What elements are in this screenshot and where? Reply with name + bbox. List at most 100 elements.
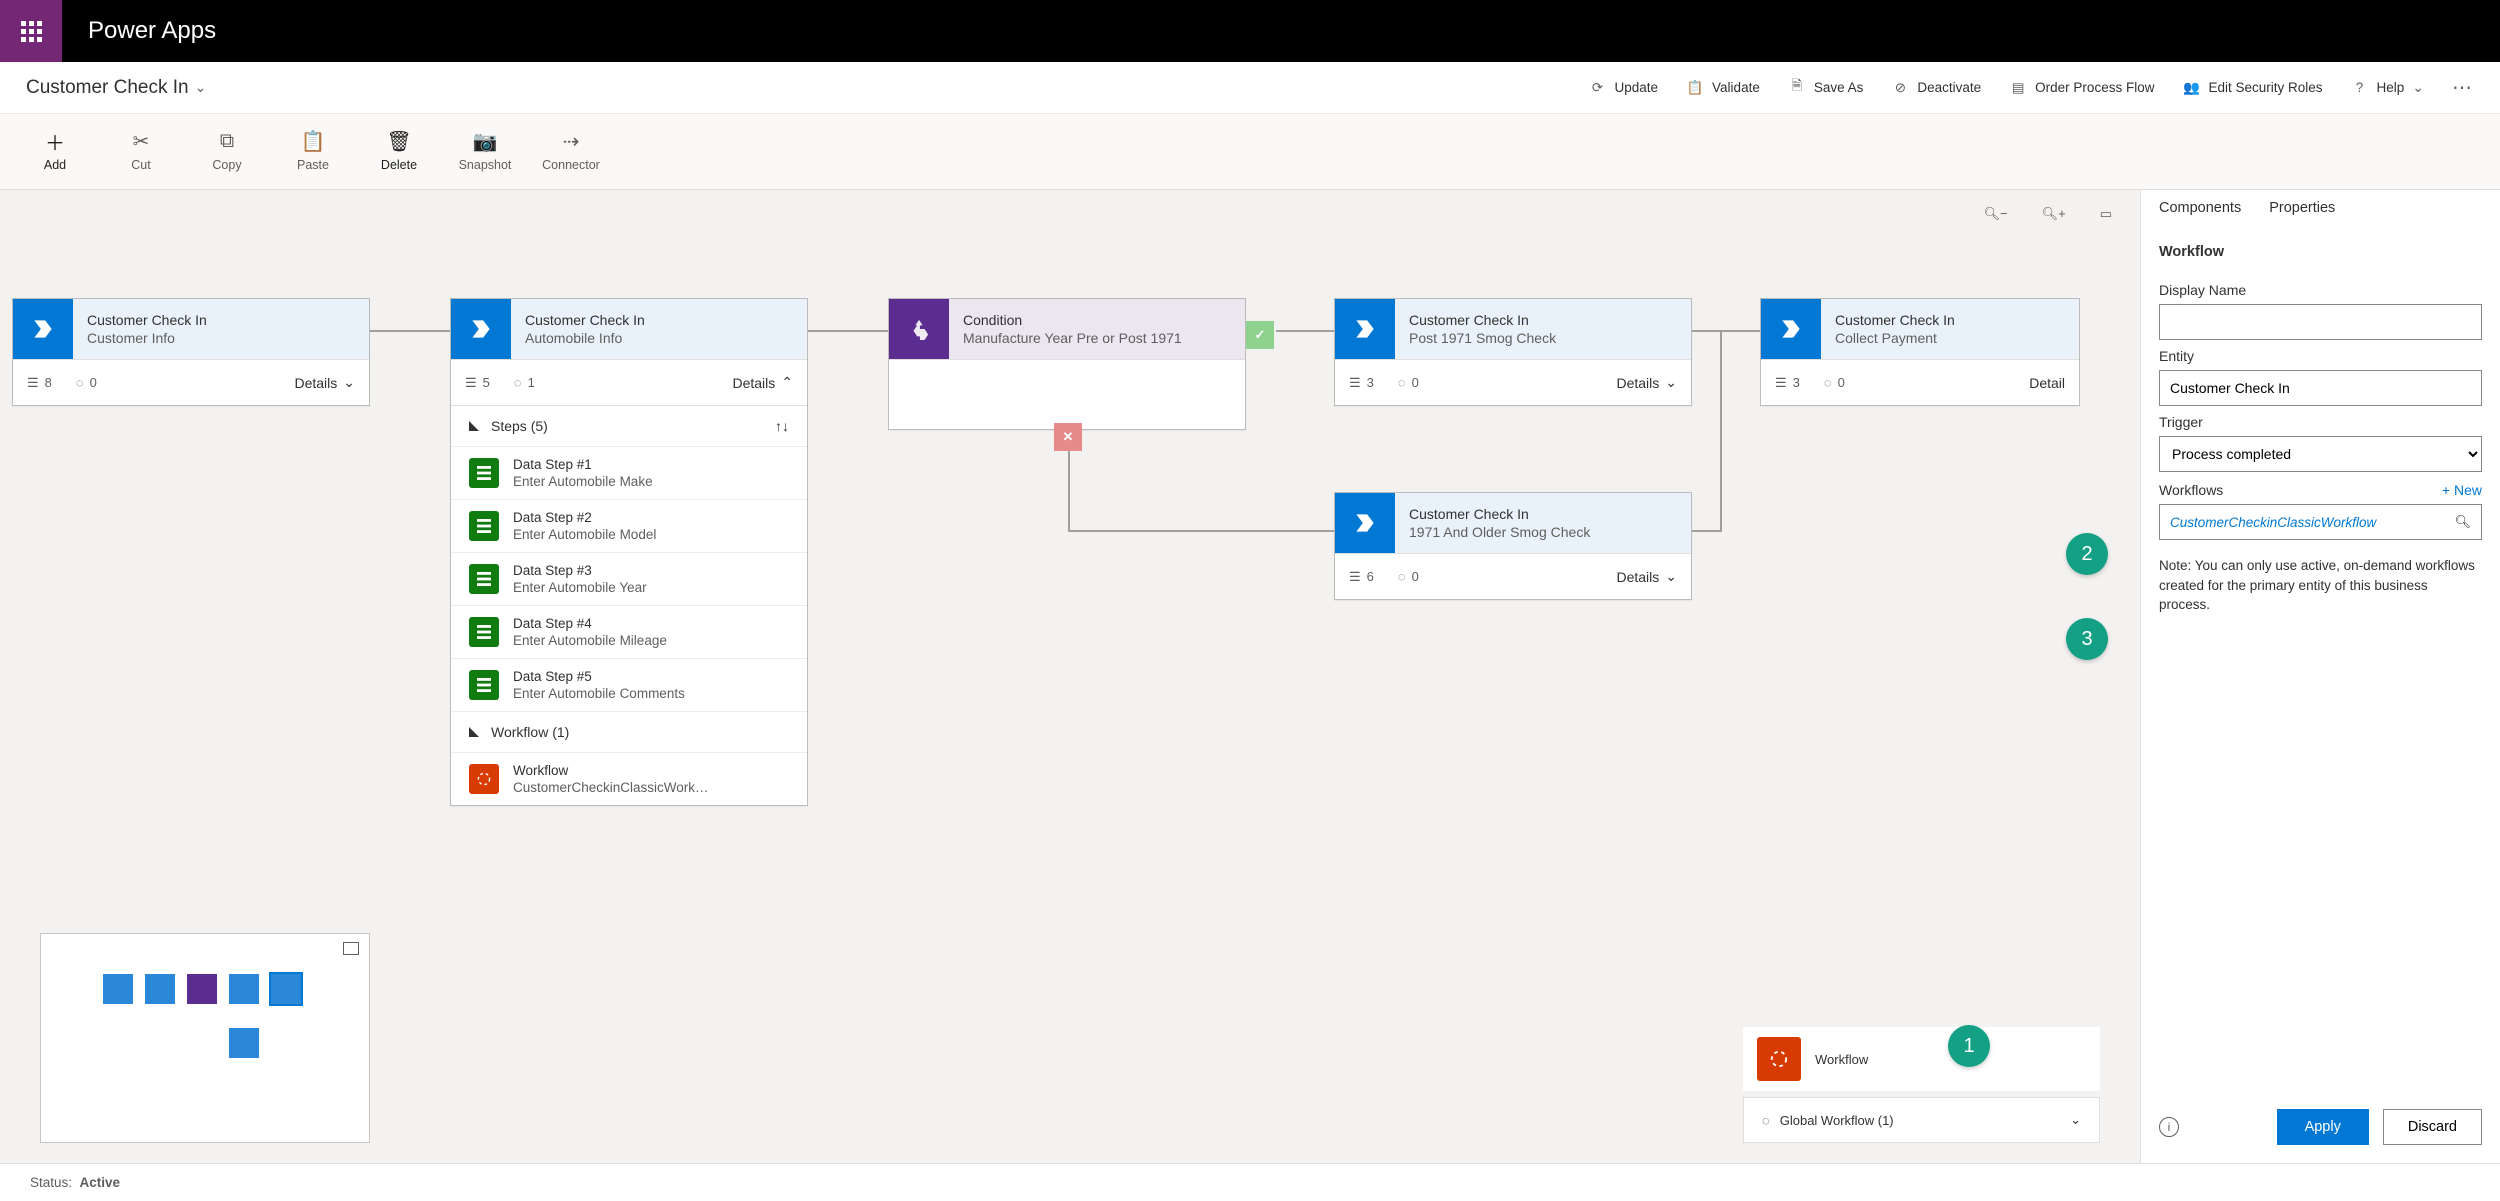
- snapshot-button[interactable]: 📷 Snapshot: [442, 113, 528, 189]
- help-button[interactable]: ? Help ⌄: [2351, 79, 2425, 97]
- workflow-tile-icon: [1757, 1037, 1801, 1081]
- workflow-icon: ◌: [1824, 375, 1832, 390]
- stage-icon: [1761, 299, 1821, 359]
- delete-button[interactable]: 🗑 Delete: [356, 113, 442, 189]
- connector-line: [1692, 530, 1722, 532]
- connector-line: [1720, 330, 1722, 530]
- connector-line: [1276, 330, 1336, 332]
- reorder-icon[interactable]: ↑↓: [775, 418, 789, 434]
- refresh-icon: ⟳: [1589, 79, 1607, 97]
- steps-icon: ☰: [27, 375, 39, 391]
- more-commands-button[interactable]: ⋯: [2452, 75, 2474, 100]
- details-toggle[interactable]: Details⌄: [1616, 374, 1677, 391]
- connector-line: [370, 330, 450, 332]
- details-toggle[interactable]: Details⌃: [732, 374, 793, 391]
- editor-toolbar: ＋ Add ✂ Cut ⧉ Copy 📋 Paste 🗑 Delete 📷 Sn…: [0, 114, 2500, 190]
- stage-icon: [451, 299, 511, 359]
- edit-security-button[interactable]: 👥 Edit Security Roles: [2182, 79, 2322, 97]
- copy-icon: ⧉: [216, 130, 238, 152]
- order-process-button[interactable]: ▤ Order Process Flow: [2009, 79, 2154, 97]
- chevron-down-icon: ⌄: [343, 374, 355, 391]
- step-row[interactable]: Data Step #1Enter Automobile Make: [451, 446, 807, 499]
- tab-properties[interactable]: Properties: [2269, 200, 2335, 222]
- mini-node: [229, 974, 259, 1004]
- add-button[interactable]: ＋ Add: [12, 113, 98, 189]
- new-workflow-link[interactable]: + New: [2442, 482, 2482, 498]
- triangle-icon: [469, 421, 479, 431]
- workflow-icon: ◌: [1398, 569, 1406, 584]
- tab-components[interactable]: Components: [2159, 200, 2241, 222]
- connector-button[interactable]: ⇢ Connector: [528, 113, 614, 189]
- workflow-step-icon: [469, 764, 499, 794]
- flow-title-dropdown[interactable]: Customer Check In ⌄: [26, 77, 206, 99]
- apply-button[interactable]: Apply: [2277, 1109, 2369, 1145]
- global-workflow-tile[interactable]: Workflow ◌ Global Workflow (1) ⌄: [1743, 1027, 2100, 1143]
- properties-panel: Components Properties Workflow Display N…: [2140, 190, 2500, 1163]
- workflow-header: Workflow (1): [491, 724, 569, 740]
- search-icon[interactable]: 🔍︎: [2444, 514, 2481, 530]
- entity-label: Entity: [2159, 348, 2482, 364]
- display-name-input[interactable]: [2159, 304, 2482, 340]
- workflow-row[interactable]: WorkflowCustomerCheckinClassicWork…: [451, 752, 807, 805]
- mini-node: [145, 974, 175, 1004]
- trigger-select[interactable]: Process completed: [2159, 436, 2482, 472]
- global-workflow-title: Workflow: [1815, 1052, 1868, 1067]
- stage-automobile-info[interactable]: Customer Check In Automobile Info ☰5 ◌1 …: [450, 298, 808, 806]
- condition-stage[interactable]: Condition Manufacture Year Pre or Post 1…: [888, 298, 1246, 430]
- chevron-down-icon: ⌄: [2412, 79, 2424, 96]
- cut-button[interactable]: ✂ Cut: [98, 113, 184, 189]
- copy-button[interactable]: ⧉ Copy: [184, 113, 270, 189]
- condition-yes-marker: ✓: [1246, 321, 1274, 349]
- brand-title: Power Apps: [62, 17, 242, 45]
- save-as-button[interactable]: 🗎 Save As: [1788, 79, 1864, 97]
- entity-input[interactable]: [2159, 370, 2482, 406]
- plus-icon: ＋: [44, 130, 66, 152]
- designer-canvas[interactable]: 🔍︎− 🔍︎+ ▭ Customer Check In Customer Inf…: [0, 190, 2140, 1163]
- chevron-down-icon: ⌄: [195, 79, 207, 96]
- data-step-icon: [469, 617, 499, 647]
- workflow-search-input[interactable]: [2160, 515, 2444, 530]
- step-row[interactable]: Data Step #5Enter Automobile Comments: [451, 658, 807, 711]
- zoom-in-button[interactable]: 🔍︎+: [2042, 206, 2066, 222]
- chevron-down-icon: ⌄: [1665, 568, 1677, 585]
- workflow-count-icon: ◌: [1762, 1113, 1770, 1128]
- mini-node: [103, 974, 133, 1004]
- details-toggle[interactable]: Details⌄: [1616, 568, 1677, 585]
- step-row[interactable]: Data Step #3Enter Automobile Year: [451, 552, 807, 605]
- validate-button[interactable]: 📋 Validate: [1686, 79, 1760, 97]
- steps-icon: ☰: [1775, 375, 1787, 391]
- data-step-icon: [469, 458, 499, 488]
- stage-collect-payment[interactable]: Customer Check In Collect Payment ☰3 ◌0 …: [1760, 298, 2080, 406]
- steps-icon: ☰: [1349, 375, 1361, 391]
- discard-button[interactable]: Discard: [2383, 1109, 2482, 1145]
- step-row[interactable]: Data Step #2Enter Automobile Model: [451, 499, 807, 552]
- app-launcher-button[interactable]: [0, 0, 62, 62]
- workflow-icon: ◌: [76, 375, 84, 390]
- details-toggle[interactable]: Detail: [2029, 375, 2065, 391]
- paste-button[interactable]: 📋 Paste: [270, 113, 356, 189]
- steps-icon: ☰: [465, 375, 477, 391]
- fit-screen-button[interactable]: ▭: [2100, 206, 2112, 222]
- paste-icon: 📋: [302, 130, 324, 152]
- workflow-note: Note: You can only use active, on-demand…: [2159, 556, 2482, 615]
- step-row[interactable]: Data Step #4Enter Automobile Mileage: [451, 605, 807, 658]
- details-toggle[interactable]: Details⌄: [294, 374, 355, 391]
- minimap-expand-icon[interactable]: [343, 942, 359, 955]
- update-button[interactable]: ⟳ Update: [1589, 79, 1659, 97]
- stage-customer-info[interactable]: Customer Check In Customer Info ☰8 ◌0 De…: [12, 298, 370, 406]
- zoom-out-button[interactable]: 🔍︎−: [1983, 206, 2007, 222]
- info-icon[interactable]: i: [2159, 1117, 2179, 1137]
- order-icon: ▤: [2009, 79, 2027, 97]
- mini-node: [187, 974, 217, 1004]
- mini-node: [271, 974, 301, 1004]
- deactivate-button[interactable]: ⊘ Deactivate: [1891, 79, 1981, 97]
- chevron-down-icon[interactable]: ⌄: [2070, 1112, 2081, 1128]
- stage-older-1971[interactable]: Customer Check In 1971 And Older Smog Ch…: [1334, 492, 1692, 600]
- workflow-search[interactable]: 🔍︎: [2159, 504, 2482, 540]
- flow-title: Customer Check In: [26, 77, 189, 99]
- minimap[interactable]: [40, 933, 370, 1143]
- steps-header: Steps (5): [491, 418, 548, 434]
- stage-post-1971[interactable]: Customer Check In Post 1971 Smog Check ☰…: [1334, 298, 1692, 406]
- status-bar: Status: Active: [0, 1163, 2500, 1201]
- global-workflow-header: Workflow: [1743, 1027, 2100, 1091]
